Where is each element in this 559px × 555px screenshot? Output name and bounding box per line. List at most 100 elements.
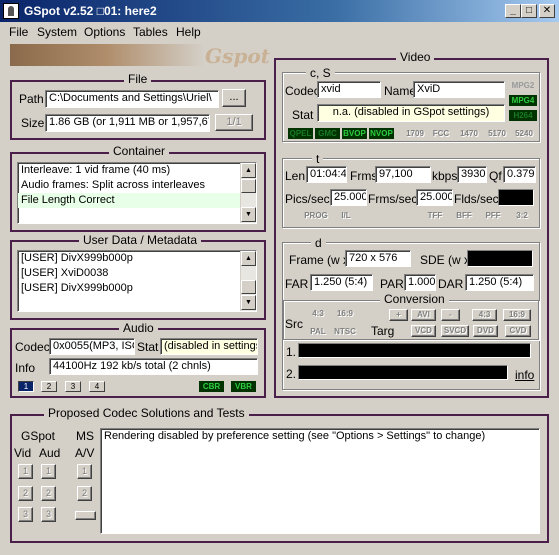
- mpg2-badge: MPG2: [511, 81, 535, 90]
- audio-stat-field: (disabled in settings): [160, 338, 258, 355]
- menu-tables[interactable]: Tables: [133, 25, 168, 39]
- far-field: 1.250 (5:4): [310, 274, 373, 291]
- targ-avi-button[interactable]: AVI: [411, 309, 436, 321]
- info-link[interactable]: info: [515, 368, 534, 382]
- audio-codec-field: 0x0055(MP3, ISO: [49, 338, 135, 355]
- audio-track-4[interactable]: 4: [89, 381, 105, 392]
- targ-vcd-button[interactable]: VCD: [411, 325, 436, 337]
- av-extra-button[interactable]: [75, 511, 96, 520]
- aud-test-3-button[interactable]: 3: [41, 507, 56, 522]
- scroll-thumb[interactable]: [241, 179, 256, 193]
- video-name-label: Name: [384, 84, 417, 98]
- audio-info-label: Info: [15, 361, 36, 375]
- frms-sec-field: 25.000: [416, 189, 453, 206]
- close-button[interactable]: ✕: [539, 4, 555, 18]
- scroll-thumb[interactable]: [241, 280, 256, 294]
- vid-test-3-button[interactable]: 3: [18, 507, 33, 522]
- path-field[interactable]: C:\Documents and Settings\Uriel\: [45, 90, 219, 108]
- window-title: GSpot v2.52 □01: here2: [24, 4, 157, 18]
- menu-help[interactable]: Help: [176, 25, 201, 39]
- proposed-group-title: Proposed Codec Solutions and Tests: [44, 406, 249, 420]
- aud-test-2-button[interactable]: 2: [41, 486, 56, 501]
- list-item: [USER] XviD0038: [21, 267, 109, 279]
- container-group-title: Container: [109, 144, 170, 158]
- title-bar: GSpot v2.52 □01: here2 _ □ ✕: [0, 0, 559, 22]
- targ-4-3-button[interactable]: 4:3: [472, 309, 497, 321]
- audio-track-3[interactable]: 3: [65, 381, 81, 392]
- targ-dvd-button[interactable]: DVD: [473, 325, 498, 337]
- len-label: Len: [285, 169, 306, 183]
- targ-cvd-button[interactable]: CVD: [505, 325, 531, 337]
- pics-sec-label: Pics/sec: [285, 192, 330, 206]
- video-codec-label: Codec: [285, 84, 320, 98]
- mpg4-badge: MPG4: [509, 95, 537, 106]
- proposed-message: Rendering disabled by preference setting…: [104, 430, 486, 442]
- h264-badge: H264: [509, 110, 537, 121]
- tff-flag: TFF: [427, 211, 443, 220]
- flds-sec-field: [498, 189, 534, 206]
- part-button[interactable]: 1/1: [215, 114, 253, 131]
- targ-label: Targ: [371, 324, 395, 338]
- audio-stat-label: Stat: [137, 340, 159, 354]
- proposed-message-box[interactable]: Rendering disabled by preference setting…: [100, 428, 540, 534]
- dimensions-subgroup-title: d: [311, 236, 326, 250]
- scrollbar[interactable]: ▲ ▼: [240, 251, 256, 311]
- qf-field: 0.379: [503, 166, 536, 183]
- src-16-9: 16:9: [336, 309, 353, 318]
- frame-label: Frame (w x: [289, 253, 349, 267]
- video-stat-label: Stat: [292, 108, 314, 122]
- minimize-button[interactable]: _: [505, 4, 521, 18]
- bvop-flag: BVOP: [342, 128, 367, 139]
- browse-button[interactable]: ...: [222, 89, 246, 107]
- app-icon[interactable]: [3, 3, 19, 19]
- frms-field: 97,100: [375, 166, 431, 183]
- len-field: 01:04:44: [306, 166, 347, 183]
- line2-field: [298, 365, 508, 380]
- maximize-button[interactable]: □: [521, 4, 537, 18]
- container-list[interactable]: Interleave: 1 vid frame (40 ms) Audio fr…: [17, 162, 257, 224]
- conversion-title: Conversion: [380, 292, 449, 306]
- flag-5240: 5240: [515, 129, 533, 138]
- scroll-up-icon[interactable]: ▲: [241, 163, 256, 178]
- targ-plus-button[interactable]: +: [389, 309, 408, 321]
- list-item: [USER] DivX999b000p: [21, 252, 133, 264]
- userdata-list[interactable]: [USER] DivX999b000p [USER] XviD0038 [USE…: [17, 250, 257, 312]
- targ-minus-button[interactable]: -: [441, 309, 460, 321]
- gspot-label: GSpot: [21, 429, 56, 443]
- audio-track-1[interactable]: 1: [18, 381, 34, 392]
- frms-sec-label: Frms/sec: [368, 192, 418, 206]
- flag-fcc: FCC: [432, 129, 450, 138]
- prog-flag: PROG: [304, 211, 328, 220]
- aud-test-1-button[interactable]: 1: [41, 464, 56, 479]
- audio-track-2[interactable]: 2: [41, 381, 57, 392]
- path-label: Path: [19, 92, 44, 106]
- vid-test-2-button[interactable]: 2: [18, 486, 33, 501]
- targ-16-9-button[interactable]: 16:9: [503, 309, 531, 321]
- video-codec-field: xvid: [317, 81, 381, 98]
- av-test-1-button[interactable]: 1: [77, 464, 92, 479]
- dar-field: 1.250 (5:4): [465, 274, 534, 291]
- gspot-logo: Gspot: [205, 44, 270, 68]
- ms-label: MS: [76, 429, 94, 443]
- menu-options[interactable]: Options: [84, 25, 125, 39]
- kbps-label: kbps: [432, 169, 458, 183]
- src-4-3: 4:3: [312, 309, 324, 318]
- scroll-up-icon[interactable]: ▲: [241, 251, 256, 266]
- aud-label: Aud: [39, 446, 61, 460]
- scrollbar[interactable]: ▲ ▼: [240, 163, 256, 223]
- targ-svcd-button[interactable]: SVCD: [441, 325, 469, 337]
- kbps-field: 3930: [457, 166, 487, 183]
- gmc-flag: GMC: [315, 128, 340, 139]
- menu-file[interactable]: File: [9, 25, 28, 39]
- av-test-2-button[interactable]: 2: [77, 486, 92, 501]
- bff-flag: BFF: [456, 211, 472, 220]
- vbr-indicator: VBR: [231, 381, 256, 392]
- scroll-down-icon[interactable]: ▼: [241, 295, 256, 310]
- size-field: 1.86 GB (or 1,911 MB or 1,957,67: [45, 114, 210, 132]
- src-pal: PAL: [310, 327, 326, 336]
- vid-test-1-button[interactable]: 1: [18, 464, 33, 479]
- menu-system[interactable]: System: [37, 25, 77, 39]
- scroll-down-icon[interactable]: ▼: [241, 207, 256, 222]
- pulldown-flag: 3:2: [516, 211, 528, 220]
- file-group-title: File: [124, 72, 152, 86]
